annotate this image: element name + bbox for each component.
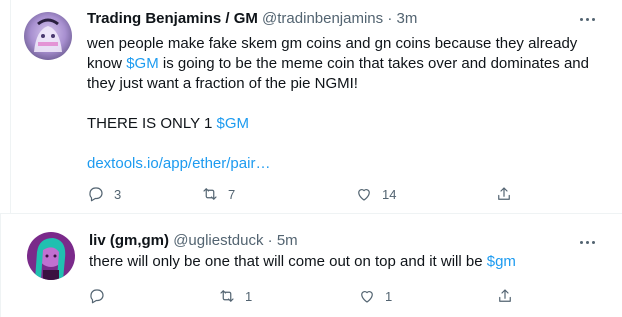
share-icon [499,289,511,302]
cashtag-link[interactable]: $GM [217,115,250,132]
url-link[interactable]: dextools.io/app/ether/pair… [87,154,607,174]
reply-icon [90,289,104,304]
author-handle[interactable]: @ugliestduck [173,232,263,249]
retweet-count: 7 [228,186,236,202]
reply-button[interactable] [88,286,115,306]
retweet-button[interactable]: 7 [201,184,235,204]
retweet-icon [220,290,234,302]
text-line: THERE IS ONLY 1 $GM [87,114,607,134]
like-icon [358,189,370,201]
text-line: there will only be one that will come ou… [89,252,609,272]
more-icon[interactable] [577,236,597,248]
share-button[interactable] [495,184,513,204]
text-line: they just want a fraction of the pie NGM… [87,75,358,92]
cashtag-link[interactable]: $GM [126,55,159,72]
like-button[interactable]: 14 [355,184,396,204]
like-count: 14 [382,186,397,202]
text-fragment: there will only be one that will come ou… [89,253,487,270]
dot-separator: · [387,10,393,27]
tweet-text: wen people make fake skem gm coins and g… [87,34,607,174]
timestamp[interactable]: 3m [397,10,418,27]
author-name[interactable]: liv (gm,gm) [89,232,169,249]
avatar[interactable] [24,12,72,60]
like-count: 1 [385,288,393,304]
reply-button[interactable]: 3 [87,184,121,204]
action-bar: 1 1 [88,286,528,306]
like-button[interactable]: 1 [358,286,392,306]
tweet[interactable]: liv (gm,gm) @ugliestduck · 5m there will… [0,214,622,317]
like-icon [361,291,373,303]
tweet-header: Trading Benjamins / GM @tradinbenjamins … [87,9,417,29]
text-fragment: THERE IS ONLY 1 [87,115,217,132]
retweet-button[interactable]: 1 [218,286,252,306]
text-line: wen people make fake skem gm coins and g… [87,35,578,52]
share-button[interactable] [496,286,514,306]
avatar[interactable] [27,232,75,280]
timestamp[interactable]: 5m [277,232,298,249]
retweet-count: 1 [245,288,253,304]
action-bar: 3 7 14 [87,184,527,204]
retweet-icon [203,188,217,200]
tweet[interactable]: Trading Benjamins / GM @tradinbenjamins … [0,0,622,214]
reply-icon [89,187,103,202]
reply-count: 3 [114,186,122,202]
text-fragment: know [87,55,127,72]
text-line: know $GM is going to be the meme coin th… [87,54,607,74]
text-fragment: is going to be the meme coin that takes … [158,55,589,72]
share-icon [498,187,510,200]
author-handle[interactable]: @tradinbenjamins [262,10,383,27]
author-name[interactable]: Trading Benjamins / GM [87,10,258,27]
more-icon[interactable] [577,13,597,25]
cashtag-link[interactable]: $gm [487,253,516,270]
tweet-text: there will only be one that will come ou… [89,252,609,272]
dot-separator: · [267,232,273,249]
tweet-header: liv (gm,gm) @ugliestduck · 5m [89,231,298,251]
